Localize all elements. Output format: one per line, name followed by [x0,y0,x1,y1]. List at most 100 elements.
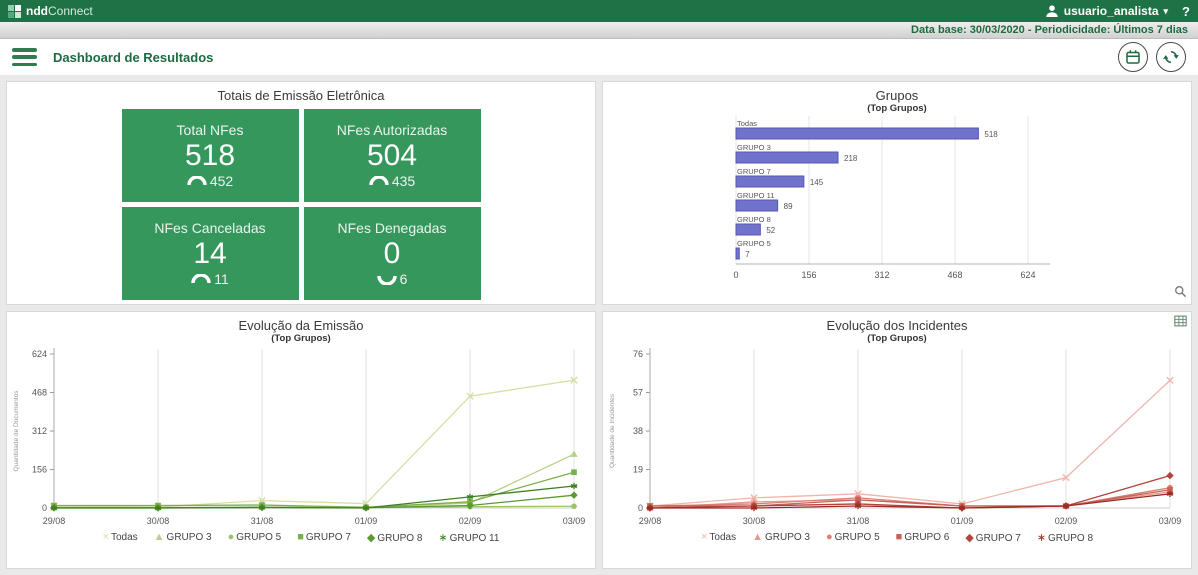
emissao-legend: ×Todas ▲GRUPO 3 ●GRUPO 5 ■GRUPO 7 ◆GRUPO 8 ∗G… [103,531,500,544]
svg-text:03/09: 03/09 [563,516,586,526]
calendar-button[interactable] [1118,42,1148,72]
svg-text:518: 518 [984,130,998,139]
legend-item[interactable]: ∗GRUPO 8 [1037,531,1093,544]
legend-marker-triangle-icon: ▲ [154,531,165,543]
topbar-right: usuario_analista ▾ ? [1045,4,1190,19]
kpi-tile: NFes Autorizadas504435 [304,109,481,202]
zoom-icon[interactable] [1174,285,1187,301]
refresh-icon [1162,48,1180,66]
panel-totais: Totais de Emissão Eletrônica Total NFes5… [6,81,596,305]
legend-item[interactable]: ∗GRUPO 11 [438,531,499,544]
legend-item[interactable]: ◆GRUPO 7 [965,531,1020,544]
svg-text:468: 468 [947,270,962,280]
panel-incidentes-subtitle: (Top Grupos) [867,333,926,344]
tile-value: 518 [185,139,235,172]
tile-label: NFes Denegadas [338,220,447,236]
tile-subvalue: 435 [392,173,415,189]
svg-text:312: 312 [32,426,47,436]
svg-text:624: 624 [32,349,47,359]
panel-incidentes-title: Evolução dos Incidentes [827,318,968,333]
menu-button[interactable] [12,48,37,66]
svg-text:468: 468 [32,388,47,398]
panel-grupos: Grupos (Top Grupos) 0156312468624Todas51… [602,81,1192,305]
panel-emissao: Evolução da Emissão (Top Grupos) 29/0830… [6,311,596,569]
username: usuario_analista [1064,4,1159,18]
topbar: nddConnect usuario_analista ▾ ? [0,0,1198,22]
user-menu[interactable]: usuario_analista ▾ [1045,4,1168,18]
chevron-down-icon: ▾ [1164,7,1169,16]
svg-text:GRUPO 8: GRUPO 8 [737,215,771,224]
legend-item[interactable]: ●GRUPO 5 [826,531,880,544]
svg-text:156: 156 [32,465,47,475]
legend-marker-star-icon: ∗ [1037,532,1046,544]
arc-down-icon [377,274,397,285]
tile-subvalue: 452 [210,173,233,189]
legend-item[interactable]: ▲GRUPO 3 [752,531,810,544]
legend-item[interactable]: ×Todas [103,531,138,544]
svg-text:Todas: Todas [737,119,757,128]
tile-value: 14 [193,237,226,270]
svg-text:57: 57 [633,388,643,398]
svg-text:312: 312 [874,270,889,280]
page-title: Dashboard de Resultados [53,50,213,65]
svg-text:02/09: 02/09 [459,516,482,526]
panel-totais-title: Totais de Emissão Eletrônica [218,88,385,103]
legend-item[interactable]: ●GRUPO 5 [228,531,282,544]
kpi-tile: NFes Denegadas06 [304,207,481,300]
ndd-logo-icon [8,5,21,18]
legend-item[interactable]: ■GRUPO 7 [297,531,351,544]
legend-marker-star-icon: ∗ [438,532,447,544]
legend-item[interactable]: ×Todas [701,531,736,544]
incidentes-line-chart: 29/0830/0831/0801/0902/0903/09019385776Q… [604,344,1190,530]
legend-item[interactable]: ▲GRUPO 3 [154,531,212,544]
svg-text:0: 0 [42,503,47,513]
arc-up-icon [369,176,389,187]
help-button[interactable]: ? [1182,4,1190,19]
tile-subvalue: 11 [214,271,229,287]
arc-up-icon [191,274,211,285]
panel-grupos-subtitle: (Top Grupos) [867,103,926,114]
refresh-button[interactable] [1156,42,1186,72]
svg-text:03/09: 03/09 [1159,516,1182,526]
infobar: Data base: 30/03/2020 - Periodicidade: Ú… [0,22,1198,39]
legend-marker-x-icon: × [103,531,109,543]
panel-emissao-subtitle: (Top Grupos) [271,333,330,344]
kpi-tile: Total NFes518452 [122,109,299,202]
page-header: Dashboard de Resultados [0,39,1198,75]
legend-marker-square-icon: ■ [297,531,304,543]
panel-emissao-title: Evolução da Emissão [238,318,363,333]
brand-ndd: ndd [26,4,48,18]
panel-incidentes: Evolução dos Incidentes (Top Grupos) 29/… [602,311,1192,569]
dashboard-content: Totais de Emissão Eletrônica Total NFes5… [0,75,1198,575]
legend-marker-circle-icon: ● [826,531,833,543]
svg-text:145: 145 [810,178,824,187]
svg-text:0: 0 [638,503,643,513]
svg-text:02/09: 02/09 [1055,516,1078,526]
svg-text:GRUPO 7: GRUPO 7 [737,167,771,176]
panel-grupos-title: Grupos [876,88,919,103]
legend-marker-diamond-icon: ◆ [965,532,973,544]
tile-subvalue: 6 [400,271,408,287]
svg-text:01/09: 01/09 [355,516,378,526]
legend-item[interactable]: ◆GRUPO 8 [367,531,422,544]
tile-label: NFes Autorizadas [337,122,448,138]
table-view-icon[interactable] [1174,315,1187,330]
svg-text:624: 624 [1020,270,1035,280]
svg-text:Quantidade de Incidentes: Quantidade de Incidentes [609,393,616,468]
svg-text:76: 76 [633,349,643,359]
kpi-tiles: Total NFes518452NFes Autorizadas504435NF… [122,109,481,300]
grupos-bar-chart: 0156312468624Todas518GRUPO 3218GRUPO 714… [604,114,1190,286]
tile-label: NFes Canceladas [154,220,265,236]
arc-up-icon [187,176,207,187]
svg-text:30/08: 30/08 [743,516,766,526]
svg-text:31/08: 31/08 [251,516,274,526]
svg-text:7: 7 [745,250,750,259]
tile-label: Total NFes [177,122,244,138]
kpi-tile: NFes Canceladas1411 [122,207,299,300]
legend-item[interactable]: ■GRUPO 6 [896,531,950,544]
svg-text:218: 218 [844,154,858,163]
svg-text:GRUPO 5: GRUPO 5 [737,239,771,248]
legend-marker-triangle-icon: ▲ [752,531,763,543]
incidentes-legend: ×Todas ▲GRUPO 3 ●GRUPO 5 ■GRUPO 6 ◆GRUPO 7 ∗G… [701,531,1093,544]
legend-marker-square-icon: ■ [896,531,903,543]
